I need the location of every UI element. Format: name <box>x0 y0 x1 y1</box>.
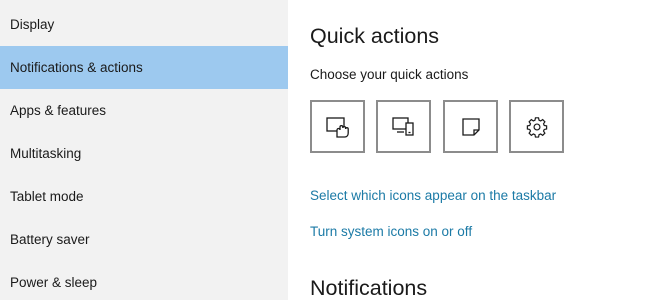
quick-actions-heading: Quick actions <box>310 24 440 48</box>
taskbar-icons-link[interactable]: Select which icons appear on the taskbar <box>310 188 556 203</box>
sidebar-item-battery-saver[interactable]: Battery saver <box>0 218 288 261</box>
sidebar-item-tablet-mode[interactable]: Tablet mode <box>0 175 288 218</box>
sidebar-item-notifications-actions[interactable]: Notifications & actions <box>0 46 288 89</box>
settings-gear-icon <box>526 116 547 138</box>
note-icon <box>461 117 480 136</box>
tablet-mode-icon <box>325 116 349 138</box>
quick-action-note-button[interactable] <box>443 100 498 153</box>
connect-icon <box>391 116 414 136</box>
quick-action-tablet-mode-button[interactable] <box>310 100 365 153</box>
sidebar-item-power-sleep[interactable]: Power & sleep <box>0 261 288 304</box>
quick-action-settings-button[interactable] <box>509 100 564 153</box>
quick-action-connect-button[interactable] <box>376 100 431 153</box>
sidebar-item-multitasking[interactable]: Multitasking <box>0 132 288 175</box>
quick-actions-subtitle: Choose your quick actions <box>310 67 469 82</box>
notifications-heading: Notifications <box>310 276 428 300</box>
sidebar-item-display[interactable]: Display <box>0 3 288 46</box>
settings-sidebar: Display Notifications & actions Apps & f… <box>0 0 288 300</box>
sidebar-item-apps-features[interactable]: Apps & features <box>0 89 288 132</box>
settings-content: Quick actions Choose your quick actions … <box>288 0 660 300</box>
system-icons-link[interactable]: Turn system icons on or off <box>310 224 472 239</box>
